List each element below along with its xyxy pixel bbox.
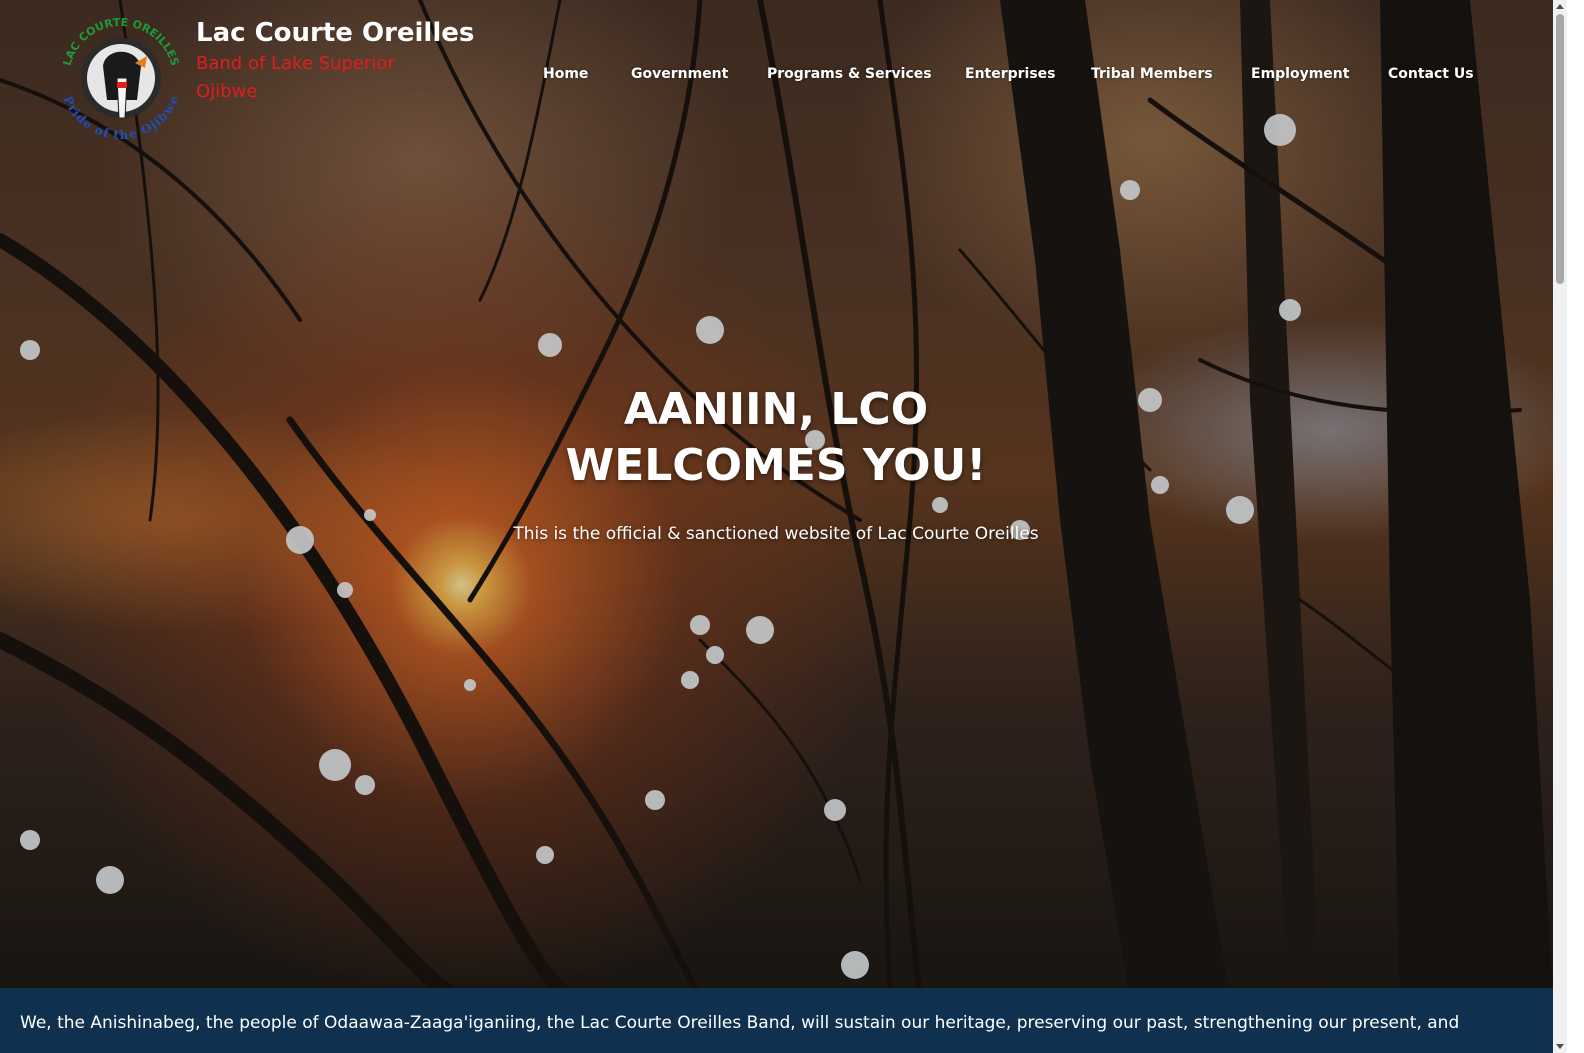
tribe-logo[interactable]: LAC COURTE OREILLES Pride of the Ojibwe	[55, 8, 187, 142]
nav-government[interactable]: Government	[631, 66, 728, 82]
hero-heading: AANIIN, LCO WELCOMES YOU!	[476, 382, 1076, 494]
hero-overlay	[0, 0, 1567, 998]
hero-background	[0, 0, 1567, 998]
nav-enterprises[interactable]: Enterprises	[965, 66, 1056, 82]
hero-heading-line2: WELCOMES YOU!	[565, 440, 987, 491]
tribe-logo-image: LAC COURTE OREILLES Pride of the Ojibwe	[61, 16, 182, 142]
nav-contact-us[interactable]: Contact Us	[1388, 66, 1474, 82]
page: LAC COURTE OREILLES Pride of the Ojibwe …	[0, 0, 1584, 1053]
hero-tagline: This is the official & sanctioned websit…	[513, 524, 1039, 544]
scroll-up-arrow-icon[interactable]	[1556, 4, 1564, 9]
mission-banner: We, the Anishinabeg, the people of Odaaw…	[0, 988, 1553, 1053]
nav-home[interactable]: Home	[543, 66, 588, 82]
nav-programs-services[interactable]: Programs & Services	[767, 66, 932, 82]
window-edge	[1567, 0, 1584, 1053]
page-scrollbar[interactable]	[1553, 0, 1567, 1053]
site-title[interactable]: Lac Courte Oreilles	[196, 18, 474, 48]
scroll-down-arrow-icon[interactable]	[1556, 1044, 1564, 1049]
nav-employment[interactable]: Employment	[1251, 66, 1349, 82]
hero-heading-line1: AANIIN, LCO	[623, 384, 929, 435]
mission-statement: We, the Anishinabeg, the people of Odaaw…	[20, 1013, 1460, 1033]
scrollbar-thumb[interactable]	[1556, 14, 1564, 284]
site-subtitle: Band of Lake Superior Ojibwe	[196, 53, 395, 102]
nav-tribal-members[interactable]: Tribal Members	[1091, 66, 1213, 82]
